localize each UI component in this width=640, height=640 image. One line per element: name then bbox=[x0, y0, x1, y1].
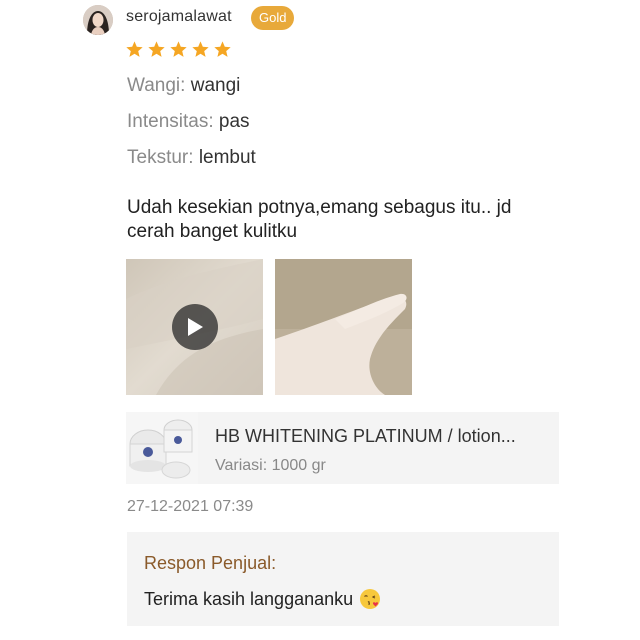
face-blowing-kiss-icon bbox=[360, 589, 381, 609]
product-card[interactable]: HB WHITENING PLATINUM / lotion... Varias… bbox=[126, 412, 559, 484]
seller-response-title: Respon Penjual: bbox=[144, 553, 277, 573]
attribute-wangi: Wangi: wangi bbox=[127, 75, 240, 97]
review-card: serojamalawat Gold Wangi: wangi Intensit… bbox=[0, 0, 640, 640]
star-icon bbox=[126, 41, 143, 57]
star-icon bbox=[214, 41, 231, 57]
attribute-tekstur: Tekstur: lembut bbox=[127, 147, 256, 169]
attribute-key: Intensitas: bbox=[127, 111, 214, 132]
play-icon bbox=[188, 318, 203, 336]
attribute-value: wangi bbox=[190, 75, 241, 96]
product-name[interactable]: HB WHITENING PLATINUM / lotion... bbox=[215, 426, 516, 447]
play-button[interactable] bbox=[172, 304, 218, 350]
seller-response: Respon Penjual: Terima kasih langgananku bbox=[127, 532, 559, 626]
attribute-value: lembut bbox=[198, 147, 256, 168]
review-photo-thumbnail[interactable] bbox=[275, 259, 412, 395]
star-icon bbox=[148, 41, 165, 57]
star-icon bbox=[192, 41, 209, 57]
review-video-thumbnail[interactable] bbox=[126, 259, 263, 395]
gold-badge: Gold bbox=[251, 6, 295, 30]
avatar[interactable] bbox=[83, 5, 113, 35]
product-variant: Variasi: 1000 gr bbox=[215, 457, 326, 474]
seller-response-text-row: Terima kasih langgananku bbox=[144, 588, 381, 610]
attribute-key: Wangi: bbox=[127, 75, 186, 96]
product-image bbox=[126, 412, 198, 484]
attribute-key: Tekstur: bbox=[127, 147, 194, 168]
star-icon bbox=[170, 41, 187, 57]
attribute-intensitas: Intensitas: pas bbox=[127, 111, 250, 133]
review-comment: Udah kesekian potnya,emang sebagus itu..… bbox=[127, 197, 512, 242]
review-timestamp: 27-12-2021 07:39 bbox=[127, 498, 254, 515]
seller-response-text: Terima kasih langgananku bbox=[144, 588, 354, 609]
attribute-value: pas bbox=[218, 111, 250, 132]
rating-stars bbox=[125, 40, 232, 60]
username[interactable]: serojamalawat bbox=[126, 8, 232, 26]
